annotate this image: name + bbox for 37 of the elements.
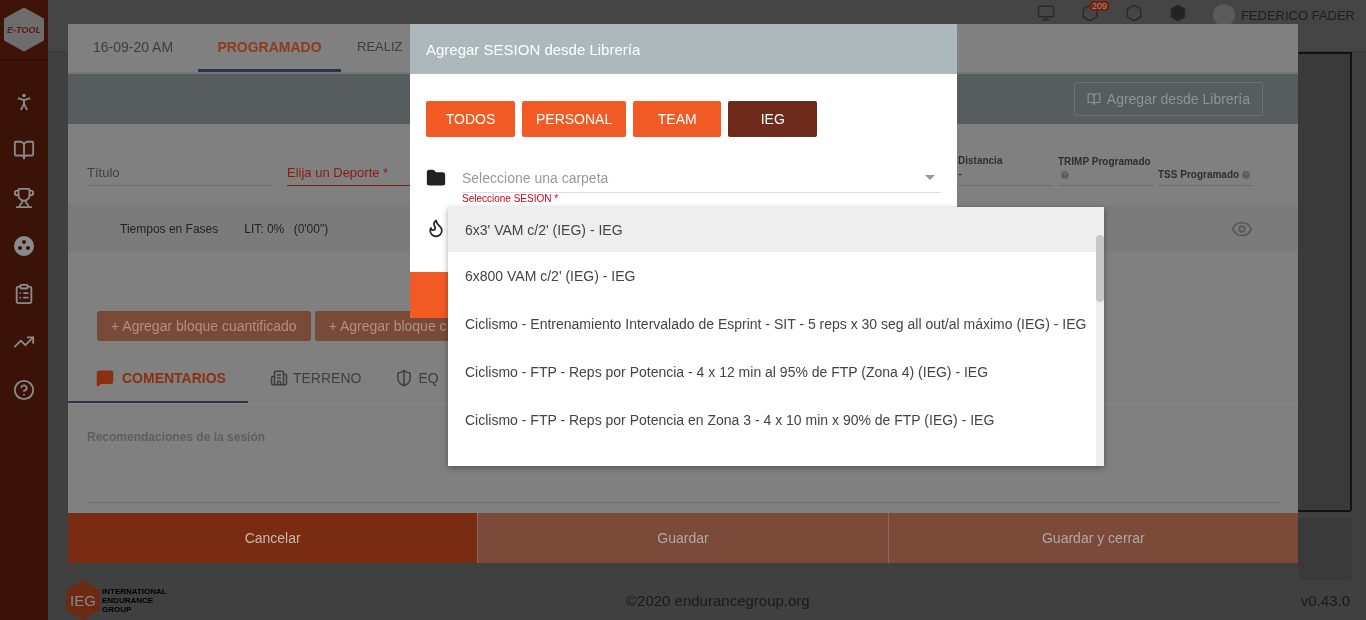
session-select-label: Seleccione SESION * (462, 194, 559, 204)
building-icon (269, 369, 288, 387)
input-field[interactable]: TSS Programado (1158, 136, 1253, 186)
flame-icon (426, 218, 446, 238)
help-icon (1241, 170, 1252, 181)
folder-icon (426, 168, 446, 188)
input-field[interactable]: TRIMP Programado (1058, 136, 1153, 186)
input-field[interactable]: Distancia - (958, 136, 1053, 186)
add-block-button[interactable]: + Agregar bloque cuantificado (97, 311, 311, 341)
scrollbar-thumb[interactable] (1096, 235, 1104, 302)
comment-icon (96, 369, 114, 387)
cancel-button[interactable]: Cancelar (68, 513, 478, 563)
save-button[interactable]: Guardar (477, 513, 888, 563)
app-logo: E-TOOL (4, 7, 44, 52)
tab[interactable]: TERRENO (247, 355, 362, 403)
dropdown-option[interactable]: 6x3' VAM c/2' (IEG) - IEG (448, 207, 1096, 252)
notification-badge: 209 (1088, 1, 1110, 11)
filter-button[interactable]: TODOS (426, 101, 515, 137)
phase-label: Tiempos en Fases (120, 221, 219, 236)
avatar[interactable] (1212, 4, 1235, 26)
tab[interactable]: EQ (373, 355, 439, 403)
input-field[interactable]: Título (87, 165, 271, 186)
folder-select[interactable]: Seleccione una carpeta (462, 163, 941, 193)
lit-text: LIT: 0% (0'00") (244, 221, 329, 236)
tab[interactable]: 16-09-20 AM (68, 24, 198, 72)
shield-icon (395, 369, 414, 387)
filter-button[interactable]: PERSONAL (522, 101, 627, 137)
tab[interactable]: COMENTARIOS (68, 355, 248, 403)
filter-button[interactable]: TEAM (633, 101, 722, 137)
book-icon (1086, 92, 1101, 106)
filter-button[interactable]: IEG (728, 101, 818, 137)
save-button[interactable]: Guardar y cerrar (887, 513, 1298, 563)
hexagon-icon[interactable] (1168, 4, 1187, 22)
caret-icon (925, 175, 935, 180)
dialog-title: Agregar SESION desde Librería (410, 24, 957, 74)
panel-background (1298, 518, 1352, 580)
help-icon (1060, 170, 1070, 181)
